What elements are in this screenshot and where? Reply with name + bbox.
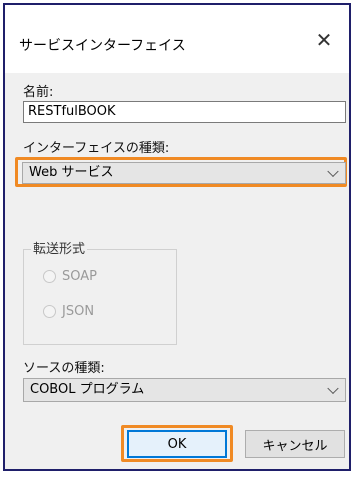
radio-json[interactable]: JSON [43, 304, 94, 319]
source-type-label: ソースの種類: [23, 361, 105, 376]
ok-button[interactable]: OK [127, 430, 227, 458]
interface-type-value: Web サービス [29, 165, 114, 180]
interface-type-label: インターフェイスの種類: [23, 141, 170, 156]
radio-circle-icon [43, 270, 56, 283]
transfer-format-label: 転送形式 [31, 238, 88, 257]
radio-circle-icon [43, 305, 56, 318]
name-input[interactable]: RESTfulBOOK [23, 101, 346, 123]
transfer-format-group [23, 249, 177, 345]
window-title: サービスインターフェイス [19, 38, 186, 54]
chevron-down-icon [327, 382, 339, 395]
radio-soap[interactable]: SOAP [43, 269, 97, 284]
name-label: 名前: [23, 85, 54, 100]
radio-soap-label: SOAP [62, 269, 97, 284]
source-type-select[interactable]: COBOL プログラム [23, 378, 346, 402]
close-icon[interactable]: ✕ [311, 27, 337, 53]
title-bar: サービスインターフェイス ✕ [5, 5, 349, 73]
chevron-down-icon [327, 165, 339, 178]
source-type-value: COBOL プログラム [30, 382, 145, 397]
radio-json-label: JSON [62, 304, 95, 319]
dialog-window: サービスインターフェイス ✕ 名前: RESTfulBOOK インターフェイスの… [3, 3, 351, 471]
interface-type-select[interactable]: Web サービス [22, 162, 346, 184]
cancel-button[interactable]: キャンセル [245, 430, 345, 458]
